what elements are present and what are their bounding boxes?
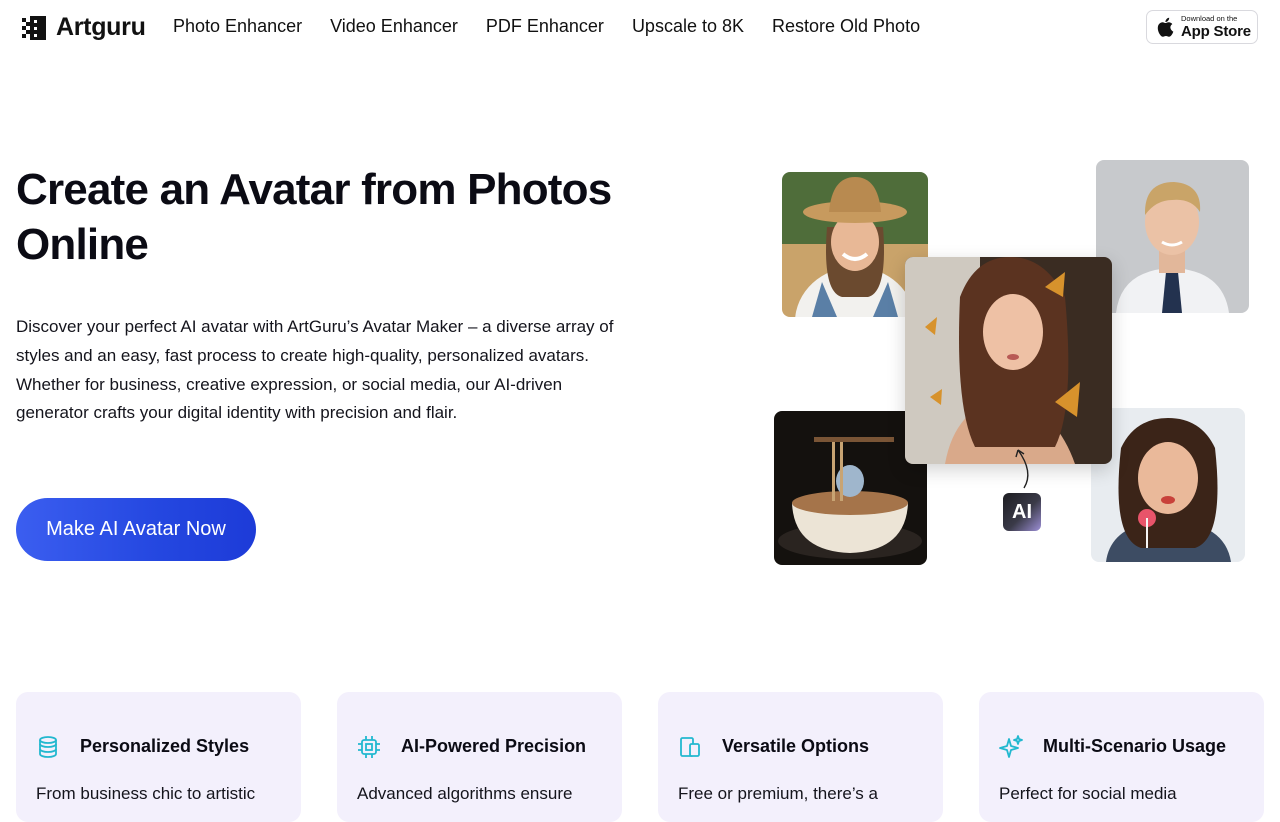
nav-photo-enhancer[interactable]: Photo Enhancer [173, 16, 302, 37]
feature-text: Free or premium, there’s a [678, 784, 878, 803]
feature-title: Multi-Scenario Usage [1043, 736, 1227, 756]
site-header: Artguru Photo Enhancer Video Enhancer PD… [0, 0, 1280, 56]
feature-card-ai-precision: AI-Powered Precision Advanced algorithms… [337, 692, 622, 822]
feature-card-personalized-styles: Personalized Styles From business chic t… [16, 692, 301, 822]
app-store-small-text: Download on the [1181, 14, 1238, 24]
cpu-chip-icon [358, 736, 380, 758]
nav-upscale-8k[interactable]: Upscale to 8K [632, 16, 744, 37]
avatar-photo-butterfly-girl [905, 257, 1112, 464]
nav-restore-old-photo[interactable]: Restore Old Photo [772, 16, 920, 37]
feature-title: AI-Powered Precision [401, 736, 587, 756]
feature-text: Advanced algorithms ensure [357, 784, 573, 803]
avatar-photo-business-man [1096, 160, 1249, 313]
nav-pdf-enhancer[interactable]: PDF Enhancer [486, 16, 604, 37]
nav-video-enhancer[interactable]: Video Enhancer [330, 16, 458, 37]
sparkles-icon [999, 735, 1023, 758]
artguru-logo[interactable]: Artguru [20, 13, 146, 42]
apple-icon [1157, 17, 1174, 37]
hero-title: Create an Avatar from Photos Online [16, 165, 612, 269]
devices-icon [680, 737, 700, 757]
logo-mark-icon [22, 15, 46, 40]
main-nav: Photo Enhancer Video Enhancer PDF Enhanc… [173, 16, 920, 37]
curved-arrow-icon [1015, 449, 1029, 489]
feature-title: Personalized Styles [80, 736, 250, 756]
logo-text: Artguru [56, 13, 146, 41]
feature-title: Versatile Options [722, 736, 870, 756]
make-avatar-button[interactable]: Make AI Avatar Now [16, 498, 256, 561]
database-stack-icon [39, 736, 57, 758]
app-store-big-text: App Store [1181, 22, 1251, 40]
feature-text: From business chic to artistic [36, 784, 256, 803]
ai-badge: AI [1003, 493, 1041, 531]
feature-text: Perfect for social media [999, 784, 1177, 803]
app-store-button[interactable]: Download on the App Store [1146, 10, 1258, 44]
avatar-photo-freckled-girl [1091, 408, 1245, 562]
feature-card-versatile-options: Versatile Options Free or premium, there… [658, 692, 943, 822]
feature-card-multi-scenario: Multi-Scenario Usage Perfect for social … [979, 692, 1264, 822]
hero-description: Discover your perfect AI avatar with Art… [16, 317, 614, 423]
